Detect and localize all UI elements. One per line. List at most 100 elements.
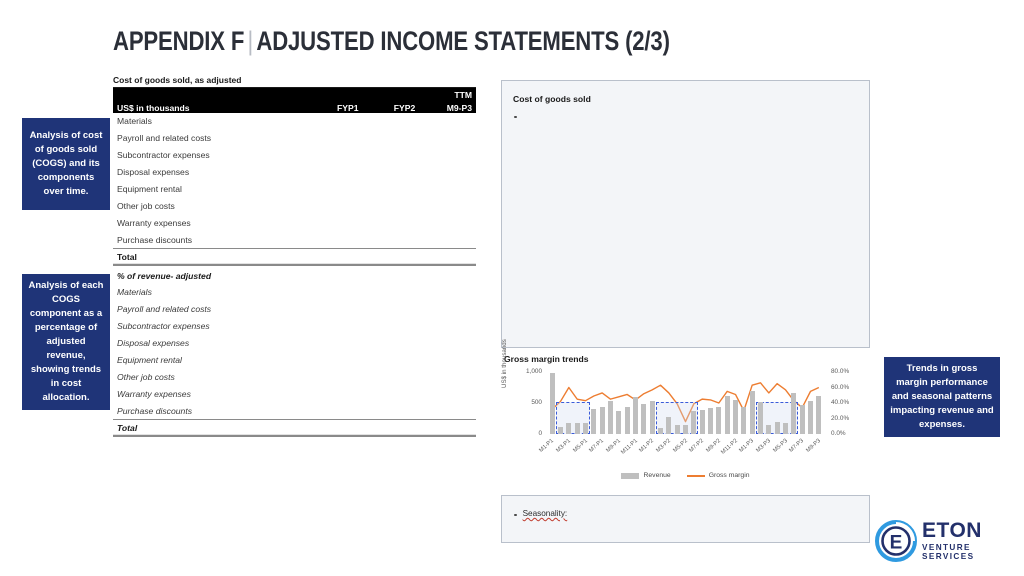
table-section-header: % of revenue- adjusted: [113, 266, 476, 284]
table-header-row: US$ in thousands FYP1 FYP2 M9-P3: [113, 99, 476, 113]
chart-bar: [674, 425, 680, 434]
chart-bar: [591, 409, 597, 434]
cell-fyp1: [305, 402, 363, 421]
row-label: Equipment rental: [117, 355, 182, 366]
cell-fyp2: [362, 248, 420, 266]
cell-fyp2: [363, 369, 420, 386]
cell-fyp1: [305, 231, 363, 249]
cell-fyp2: [362, 402, 420, 421]
cell-ttm: [419, 231, 476, 249]
row-label: Subcontractor expenses: [117, 321, 210, 332]
cell-fyp1: [306, 130, 363, 147]
slide: APPENDIX F | ADJUSTED INCOME STATEMENTS (2…: [0, 0, 1024, 576]
chart-bar: [816, 396, 822, 434]
chart-bar: [766, 425, 772, 434]
section-spacer: [363, 266, 420, 284]
list-item: [514, 111, 869, 119]
cell-fyp1: [306, 198, 363, 215]
y2-axis-tick: 40.0%: [831, 399, 850, 406]
cell-ttm: [419, 301, 476, 318]
legend-item-revenue: Revenue: [621, 472, 671, 479]
chart-bar: [582, 422, 589, 434]
y2-axis-tick: 0.0%: [831, 430, 846, 437]
chart-bar: [624, 407, 630, 434]
legend-label: Gross margin: [708, 472, 750, 479]
cost-of-goods-sold-panel[interactable]: Cost of goods sold: [501, 80, 870, 348]
cell-ttm: [419, 248, 476, 266]
cell-fyp2: [363, 335, 420, 352]
row-label: Other job costs: [117, 201, 175, 211]
cell-fyp2: [363, 113, 420, 130]
cell-ttm: [419, 181, 476, 198]
y-axis-tick: 500: [531, 399, 542, 406]
table-row: Payroll and related costs: [113, 130, 476, 147]
table-row: Other job costs: [113, 198, 476, 215]
table-row: Warranty expenses: [113, 386, 476, 403]
page-title: APPENDIX F | ADJUSTED INCOME STATEMENTS (2…: [113, 26, 670, 57]
row-label: Subcontractor expenses: [117, 150, 210, 160]
cell-fyp1: [305, 248, 363, 266]
table-row: Equipment rental: [113, 181, 476, 198]
y-axis-tick: 1,000: [526, 368, 542, 375]
table-row: Payroll and related costs: [113, 301, 476, 318]
table-row: Subcontractor expenses: [113, 147, 476, 164]
chart-canvas: US$ in thousands 0 500 1,000 0.0% 20.0% 40.0…: [501, 339, 870, 486]
column-header-label: US$ in thousands: [113, 99, 306, 113]
chart-bar: [557, 427, 564, 434]
cell-ttm: [419, 386, 476, 403]
logo-name: ETON: [922, 519, 982, 542]
table-row: Materials: [113, 284, 476, 301]
table-row: Materials: [113, 113, 476, 130]
table-row: Equipment rental: [113, 352, 476, 369]
page-title-main: APPENDIX F: [113, 26, 245, 56]
chart-title: Gross margin trends: [504, 354, 589, 364]
bullet-icon: [514, 115, 517, 119]
revenue-swatch-icon: [621, 472, 640, 479]
legend-label: Revenue: [643, 472, 671, 479]
gross-margin-chart: Gross margin trends US$ in thousands 0 50…: [501, 339, 870, 490]
chart-bar: [716, 406, 722, 434]
chart-bar: [774, 421, 780, 434]
cell-ttm: [419, 335, 476, 352]
table-row: Subcontractor expenses: [113, 318, 476, 335]
table-total-row: Total: [113, 248, 476, 266]
header-spacer: [305, 87, 363, 100]
cell-ttm: [419, 352, 476, 369]
cell-ttm: [419, 215, 476, 232]
cell-fyp1: [306, 215, 363, 232]
chart-bar: [599, 407, 605, 434]
table-header-top-row: TTM: [113, 87, 476, 100]
row-label: Payroll and related costs: [117, 133, 212, 143]
chart-bar: [632, 396, 639, 434]
callout-text: Analysis of cost of goods sold (COGS) an…: [29, 129, 103, 198]
chart-plot-area: [548, 372, 823, 434]
cell-ttm: [419, 402, 476, 421]
list-item: Seasonality:: [514, 509, 869, 518]
chart-bar: [732, 400, 739, 434]
section-spacer: [306, 266, 363, 284]
cell-fyp2: [362, 419, 420, 438]
cell-ttm: [419, 130, 476, 147]
cell-fyp2: [363, 215, 420, 232]
chart-bar: [641, 403, 647, 434]
gross-margin-swatch-icon: [686, 474, 705, 477]
chart-bar: [749, 390, 755, 434]
cell-fyp2: [363, 318, 420, 335]
row-label: Warranty expenses: [117, 389, 191, 400]
chart-bar: [607, 401, 614, 434]
panel-title: Cost of goods sold: [513, 94, 591, 104]
seasonality-panel[interactable]: Seasonality:: [501, 495, 870, 543]
callout-box-gross-margin: Trends in gross margin performance and s…: [884, 357, 1000, 437]
header-spacer: [362, 87, 420, 100]
row-label: Total: [113, 419, 306, 438]
cell-ttm: [419, 113, 476, 130]
table-row: Disposal expenses: [113, 335, 476, 352]
chart-bar: [657, 427, 664, 434]
row-label: Total: [113, 248, 306, 266]
cell-fyp1: [306, 335, 363, 352]
seasonality-label-text: Seasonality:: [522, 509, 568, 518]
cell-fyp2: [363, 198, 420, 215]
table-total-row: Total: [113, 419, 476, 438]
callout-box-percent-revenue: Analysis of each COGS component as a per…: [22, 274, 110, 410]
cell-ttm: [419, 419, 476, 438]
